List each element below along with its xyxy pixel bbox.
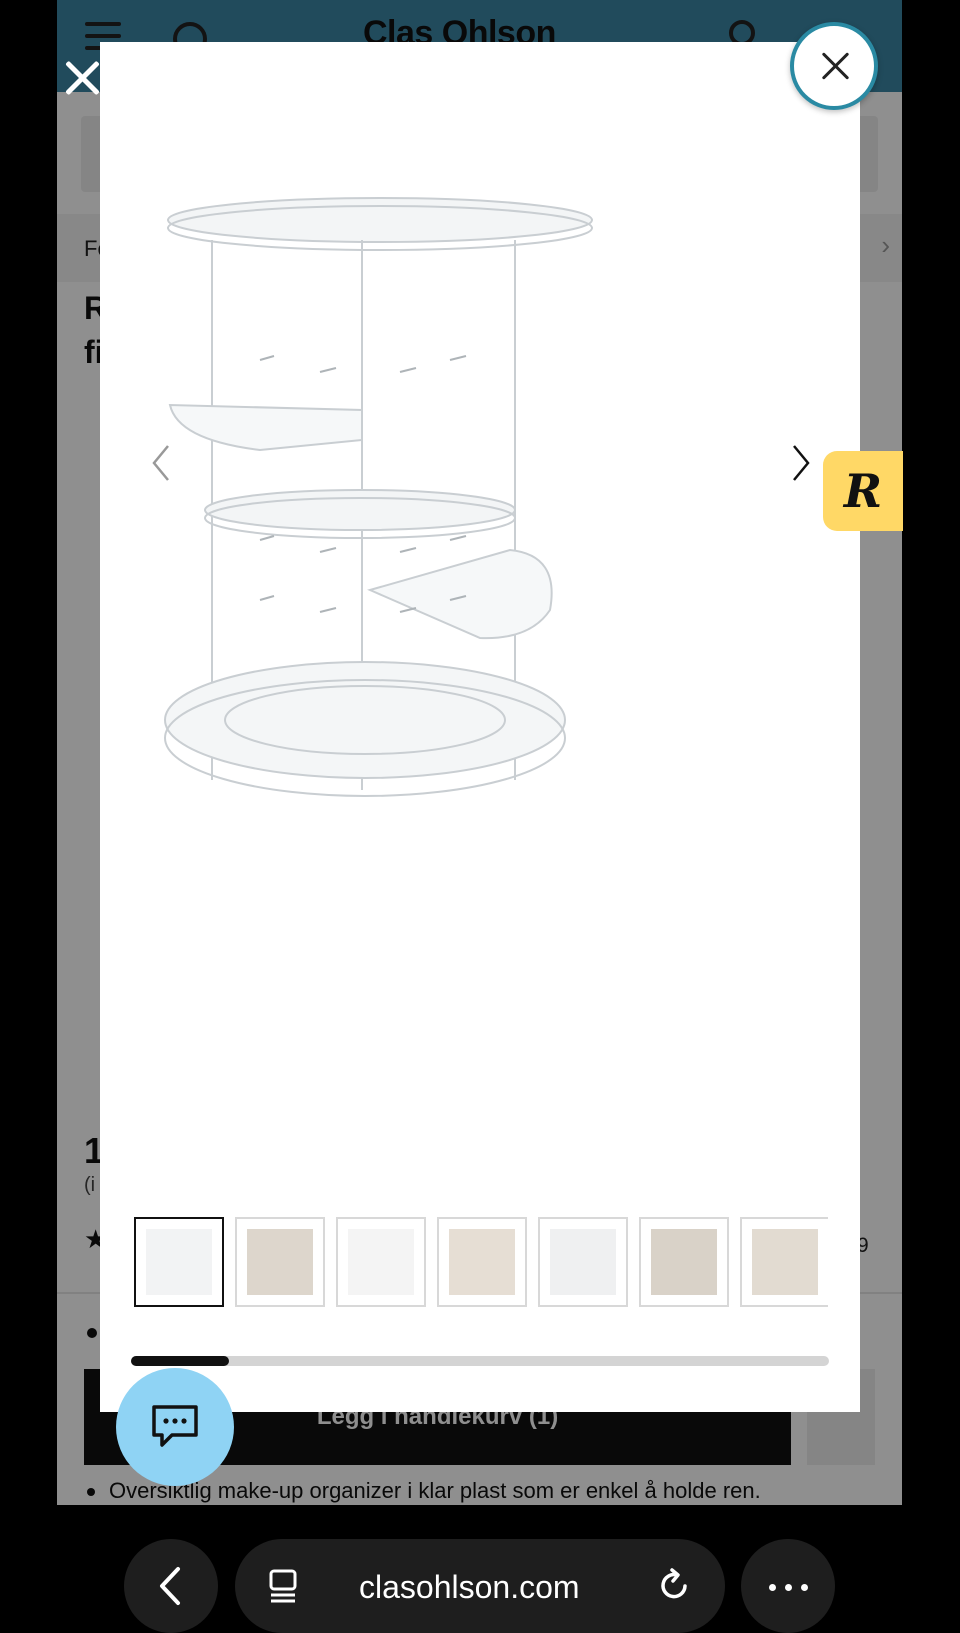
thumbnail-6[interactable] — [639, 1217, 729, 1307]
thumbnail-image — [348, 1229, 414, 1295]
thumbnail-5[interactable] — [538, 1217, 628, 1307]
back-button[interactable] — [124, 1539, 218, 1633]
next-image-button[interactable] — [786, 440, 816, 486]
thumbnail-image — [651, 1229, 717, 1295]
dot — [801, 1584, 808, 1591]
dot — [785, 1584, 792, 1591]
thumbnail-image — [146, 1229, 212, 1295]
address-bar[interactable]: clasohlson.com — [235, 1539, 725, 1633]
thumbnail-image — [550, 1229, 616, 1295]
thumbnail-image — [449, 1229, 515, 1295]
dot — [769, 1584, 776, 1591]
thumbnail-image — [247, 1229, 313, 1295]
thumbnail-scrollbar[interactable] — [131, 1356, 829, 1366]
previous-image-button[interactable] — [146, 440, 176, 486]
chat-icon — [152, 1405, 198, 1447]
backdrop-close-icon[interactable] — [62, 58, 102, 98]
more-options-button[interactable] — [741, 1539, 835, 1633]
thumbnail-1[interactable] — [134, 1217, 224, 1307]
close-lightbox-button[interactable] — [790, 22, 878, 110]
reload-icon[interactable] — [655, 1567, 693, 1605]
thumbnail-3[interactable] — [336, 1217, 426, 1307]
url-text[interactable]: clasohlson.com — [359, 1569, 580, 1606]
chevron-left-icon — [160, 1567, 180, 1605]
thumbnail-strip — [134, 1217, 828, 1309]
chat-button[interactable] — [116, 1368, 234, 1486]
product-image — [164, 197, 593, 797]
thumbnail-image — [752, 1229, 818, 1295]
thumbnail-4[interactable] — [437, 1217, 527, 1307]
scrollbar-thumb[interactable] — [131, 1356, 229, 1366]
browser-toolbar: clasohlson.com — [0, 1505, 960, 1633]
tabs-icon[interactable] — [267, 1567, 299, 1603]
thumbnail-2[interactable] — [235, 1217, 325, 1307]
r-badge-icon[interactable]: R — [823, 451, 903, 531]
thumbnail-7[interactable] — [740, 1217, 828, 1307]
